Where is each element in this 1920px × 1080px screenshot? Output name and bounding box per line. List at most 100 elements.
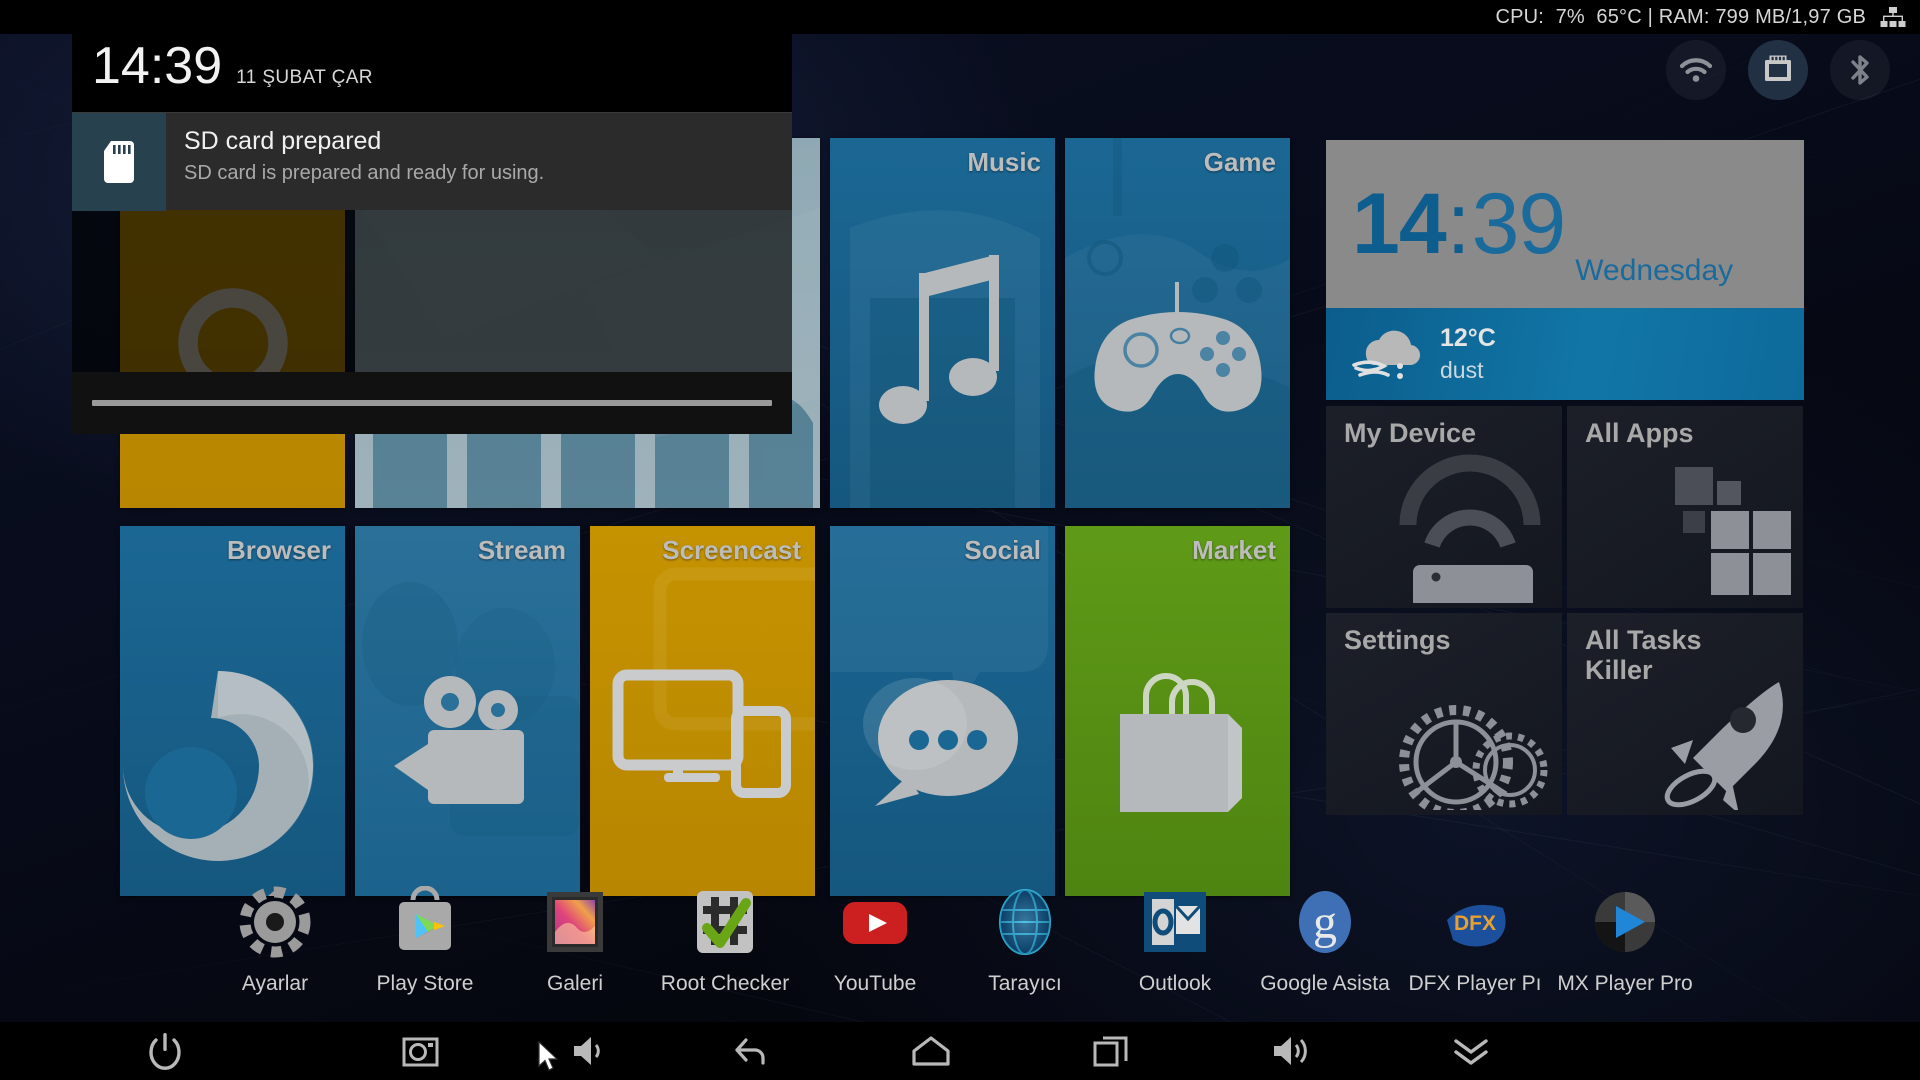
tile-social[interactable]: Social (830, 526, 1055, 896)
clock-weather-widget[interactable]: 14 : 39 Wednesday 12°C dust (1326, 140, 1804, 400)
dock-label-play-store: Play Store (376, 972, 474, 995)
dock-item-play-store[interactable]: Play Store (350, 872, 500, 996)
ethernet-icon (1880, 6, 1906, 28)
back-arrow-icon (735, 1038, 765, 1065)
notification-body: SD card is prepared and ready for using. (184, 161, 545, 184)
dock-item-ayarlar[interactable]: Ayarlar (200, 872, 350, 996)
power-button[interactable] (0, 1022, 330, 1080)
shopping-bag-icon (1065, 526, 1290, 896)
browser-icon (120, 526, 345, 896)
recents-icon (1093, 1036, 1128, 1067)
browser-globe-icon (989, 886, 1061, 958)
dock-label-outlook: Outlook (1138, 972, 1212, 995)
clock-day: Wednesday (1575, 254, 1734, 287)
tile-stream[interactable]: Stream (355, 526, 580, 896)
right-widget-column: 14 : 39 Wednesday 12°C dust My Device Al… (1326, 140, 1804, 815)
tile-market[interactable]: Market (1065, 526, 1290, 896)
dfx-player-icon: DFX (1439, 886, 1511, 958)
dust-cloud-icon (1348, 321, 1422, 388)
mouse-pointer (537, 1040, 561, 1078)
camera-icon (402, 1037, 438, 1067)
gears-icon (1386, 670, 1556, 815)
svg-text:DFX: DFX (1454, 912, 1496, 935)
shortcut-label-settings: Settings (1344, 625, 1451, 655)
tile-game[interactable]: Game (1065, 138, 1290, 508)
tile-browser[interactable]: Browser (120, 526, 345, 896)
dock-item-youtube[interactable]: YouTube (800, 872, 950, 996)
volume-up-button[interactable] (1201, 1022, 1381, 1080)
tile-screencast[interactable]: Screencast (590, 526, 815, 896)
app-grid-icon (1657, 455, 1797, 608)
home-button[interactable] (841, 1022, 1021, 1080)
collapse-button[interactable] (1381, 1022, 1561, 1080)
shade-overlay-area (72, 210, 792, 372)
youtube-icon (839, 886, 911, 958)
dock-item-mx-player[interactable]: MX Player Pro (1550, 872, 1700, 996)
clock-minutes: 39 (1471, 176, 1567, 272)
home-icon (912, 1036, 950, 1066)
rocket-icon (1647, 678, 1797, 815)
bluetooth-toggle[interactable] (1830, 40, 1890, 100)
shortcut-all-tasks-killer[interactable]: All Tasks Killer (1567, 613, 1803, 815)
clock-hours: 14 (1352, 176, 1447, 272)
back-button[interactable] (663, 1022, 841, 1080)
shade-date: 11 ŞUBAT ÇAR (236, 67, 373, 88)
dock-label-galeri: Galeri (546, 972, 604, 995)
tile-label-screencast: Screencast (662, 535, 801, 565)
app-dock: Ayarlar Play Store Galeri Root Checker Y… (0, 872, 1920, 1022)
shade-time: 14:39 (92, 37, 223, 95)
dock-label-youtube: YouTube (833, 972, 917, 995)
dock-item-galeri[interactable]: Galeri (500, 872, 650, 996)
shade-handle-area[interactable] (72, 372, 792, 434)
ethernet-toggle[interactable] (1748, 40, 1808, 100)
clock-panel[interactable]: 14 : 39 Wednesday (1326, 140, 1804, 308)
mx-player-icon (1589, 886, 1661, 958)
svg-text:g: g (1313, 896, 1337, 949)
root-checker-icon (689, 886, 761, 958)
google-g-icon: g (1289, 886, 1361, 958)
weather-temperature: 12°C (1440, 324, 1496, 352)
dock-item-root-checker[interactable]: Root Checker (650, 872, 800, 996)
wifi-icon (1679, 58, 1713, 82)
screenshot-button[interactable] (330, 1022, 515, 1080)
notification-shade[interactable]: 14:39 11 ŞUBAT ÇAR SD card prepared SD c… (72, 22, 792, 434)
shade-drag-handle[interactable] (92, 400, 772, 406)
shortcut-label-my-device: My Device (1344, 418, 1477, 448)
play-store-icon (389, 885, 461, 958)
gamepad-icon (1065, 138, 1290, 508)
power-icon (149, 1033, 181, 1070)
notification-item[interactable]: SD card prepared SD card is prepared and… (72, 112, 792, 211)
notification-text: SD card prepared SD card is prepared and… (166, 113, 544, 185)
dock-label-google-asistan: Google Asista (1260, 972, 1390, 995)
tile-label-social: Social (964, 535, 1041, 565)
chevron-double-down-icon (1454, 1039, 1488, 1065)
bluetooth-icon (1851, 55, 1869, 85)
tile-music[interactable]: Music (830, 138, 1055, 508)
clock-colon: : (1446, 176, 1471, 272)
recents-button[interactable] (1021, 1022, 1201, 1080)
quick-toggle-row (1666, 40, 1890, 100)
navigation-bar (0, 1022, 1920, 1080)
shortcut-settings[interactable]: Settings (1326, 613, 1562, 815)
shade-clock-row: 14:39 11 ŞUBAT ÇAR (72, 22, 792, 112)
ethernet-icon (1765, 55, 1791, 81)
notification-title: SD card prepared (184, 127, 382, 155)
shortcut-all-apps[interactable]: All Apps (1567, 406, 1803, 608)
tile-label-game: Game (1203, 147, 1276, 177)
tile-label-market: Market (1192, 535, 1276, 565)
volume-low-icon (574, 1037, 600, 1065)
weather-panel[interactable]: 12°C dust (1326, 308, 1804, 400)
dock-label-root-checker: Root Checker (660, 972, 790, 995)
tile-label-browser: Browser (226, 535, 331, 565)
screencast-icon (590, 526, 815, 896)
dock-item-google-asistan[interactable]: g Google Asista (1250, 872, 1400, 996)
wifi-toggle[interactable] (1666, 40, 1726, 100)
system-stats-text: CPU: 7% 65°C | RAM: 799 MB/1,97 GB (1495, 5, 1866, 28)
shortcut-my-device[interactable]: My Device (1326, 406, 1562, 608)
outlook-icon (1139, 886, 1211, 958)
dock-item-dfx-player[interactable]: DFX DFX Player Pı (1400, 872, 1550, 996)
wifi-device-icon (1384, 453, 1556, 608)
dock-item-outlook[interactable]: Outlook (1100, 872, 1250, 996)
tile-label-stream: Stream (477, 535, 566, 565)
dock-item-tarayici[interactable]: Tarayıcı (950, 872, 1100, 996)
